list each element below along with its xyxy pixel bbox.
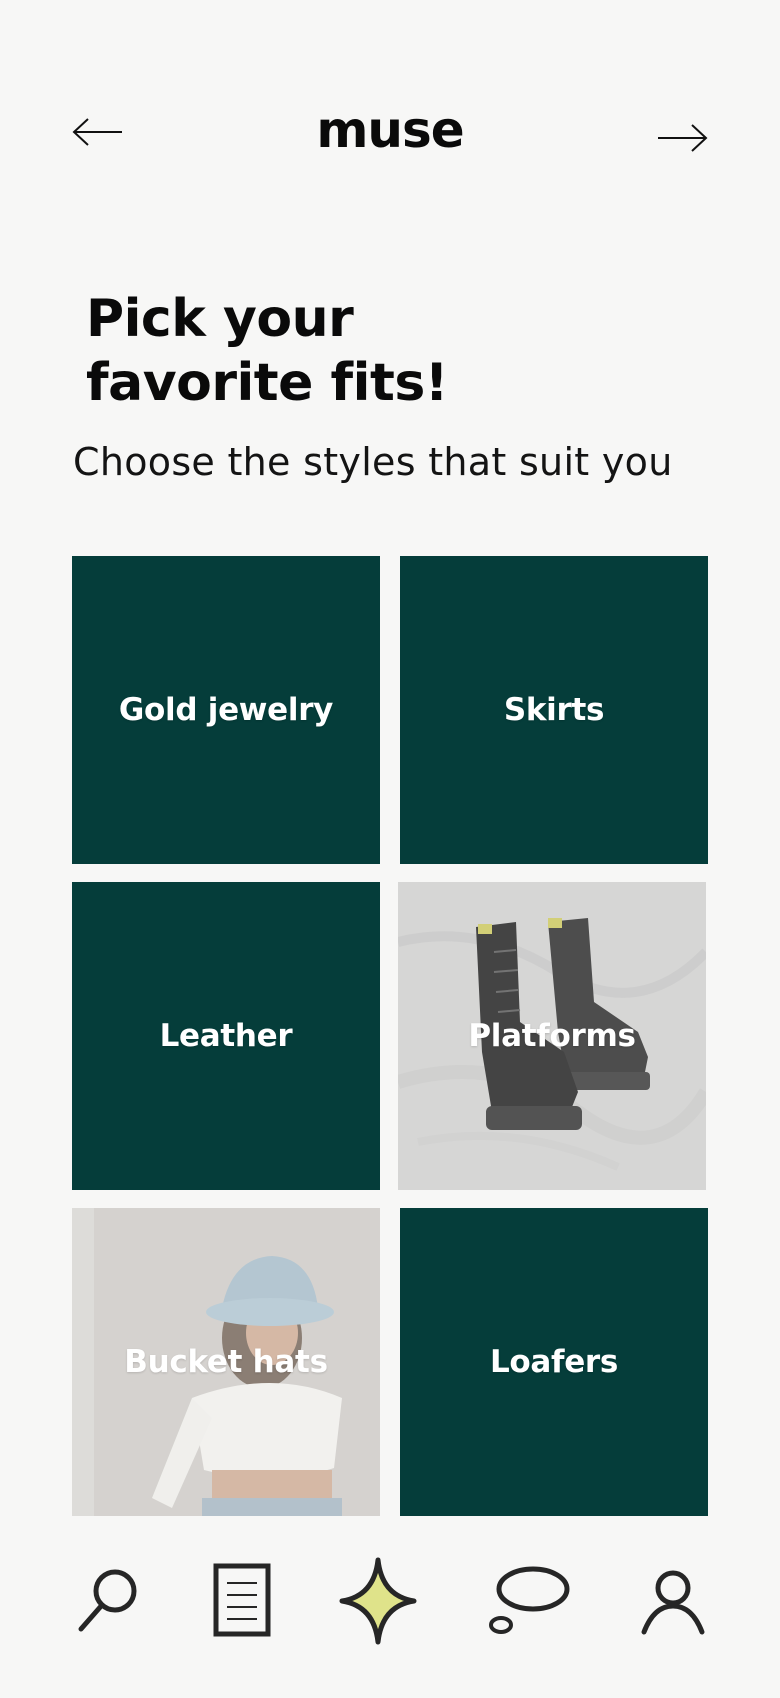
tab-search[interactable] bbox=[62, 1556, 152, 1646]
bottom-tab-bar bbox=[0, 1540, 780, 1660]
profile-icon bbox=[641, 1570, 705, 1635]
page-title-line-2: favorite fits! bbox=[86, 353, 449, 413]
arrow-right-icon bbox=[658, 124, 708, 152]
style-tile-gold-jewelry[interactable]: Gold jewelry bbox=[72, 556, 380, 864]
tab-discover[interactable] bbox=[333, 1556, 423, 1646]
forward-button[interactable] bbox=[654, 118, 710, 158]
page-subtitle: Choose the styles that suit you bbox=[73, 440, 673, 484]
tab-messages[interactable] bbox=[484, 1556, 574, 1646]
style-tile-label: Leather bbox=[159, 1018, 293, 1054]
style-tile-label: Platforms bbox=[468, 1018, 636, 1054]
style-tile-label: Gold jewelry bbox=[118, 692, 334, 728]
tab-documents[interactable] bbox=[198, 1556, 288, 1646]
style-tile-loafers[interactable]: Loafers bbox=[400, 1208, 708, 1516]
app-screen: muse Pick your favorite fits! Choose the… bbox=[0, 0, 780, 1698]
document-icon bbox=[213, 1563, 271, 1637]
style-tile-label: Bucket hats bbox=[124, 1344, 328, 1380]
style-tile-skirts[interactable]: Skirts bbox=[400, 556, 708, 864]
page-title-line-1: Pick your bbox=[86, 289, 354, 349]
style-tile-leather[interactable]: Leather bbox=[72, 882, 380, 1190]
tab-profile[interactable] bbox=[628, 1556, 718, 1646]
style-tile-platforms[interactable]: Platforms bbox=[398, 882, 706, 1190]
style-tile-label: Skirts bbox=[503, 692, 605, 728]
style-tile-label: Loafers bbox=[489, 1344, 619, 1380]
top-bar: muse bbox=[0, 100, 780, 170]
style-tile-bucket-hats[interactable]: Bucket hats bbox=[72, 1208, 380, 1516]
chat-bubble-icon bbox=[489, 1566, 570, 1634]
page-title: Pick your favorite fits! bbox=[86, 287, 646, 415]
search-icon bbox=[78, 1569, 137, 1632]
sparkle-icon bbox=[339, 1557, 417, 1645]
